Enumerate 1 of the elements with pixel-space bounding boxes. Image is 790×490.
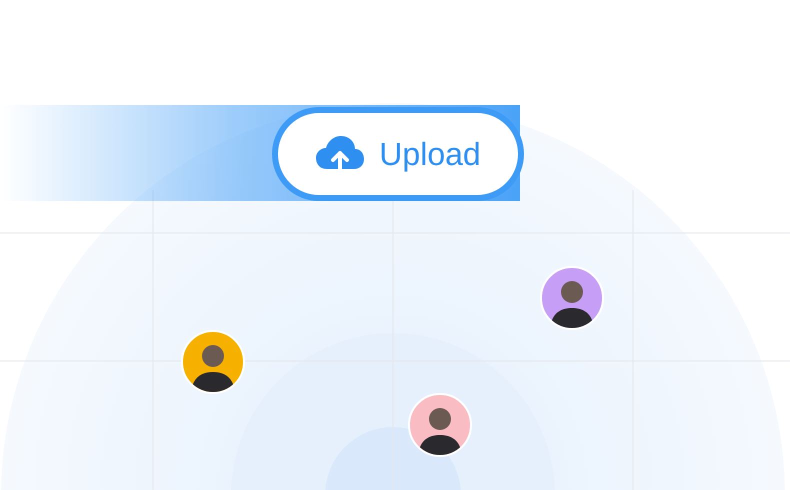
- upload-button[interactable]: Upload: [272, 107, 524, 201]
